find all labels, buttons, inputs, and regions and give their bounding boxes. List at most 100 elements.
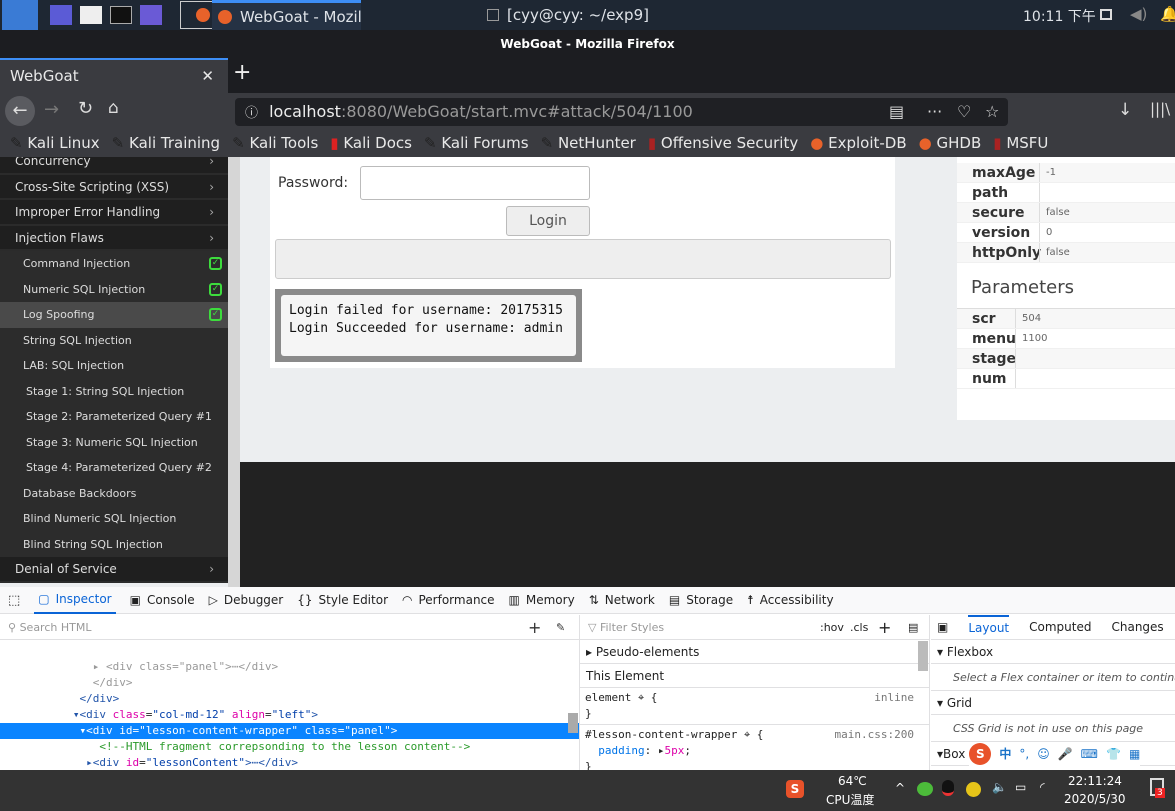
bookmark-kali-linux[interactable]: ✎ Kali Linux (10, 134, 100, 152)
eyedropper-icon[interactable]: ✎ (556, 615, 565, 640)
sogou-icon[interactable]: S (969, 742, 992, 765)
add-rule-icon[interactable]: + (878, 615, 891, 640)
sidebar-item[interactable]: Stage 2: Parameterized Query #1 (0, 404, 228, 430)
sidebar-item[interactable]: Concurrency › (0, 157, 228, 175)
sidebar-item[interactable]: String SQL Injection (0, 327, 228, 353)
sidebar-item[interactable]: Numeric SQL Injection ✓ (0, 276, 228, 302)
login-button[interactable]: Login (506, 206, 590, 236)
sidebar-item[interactable]: Log Spoofing ✓ (0, 302, 228, 328)
forward-button[interactable]: → (44, 99, 59, 120)
markup-node[interactable]: ▸<div id="lessonContent">⋯</div> (0, 755, 579, 770)
recorder-icon[interactable] (140, 5, 162, 25)
tab-style-editor[interactable]: {} Style Editor (297, 593, 388, 607)
bookmark-nethunter[interactable]: ✎ NetHunter (541, 134, 636, 152)
bookmark-star-icon[interactable]: ☆ (985, 98, 999, 126)
tab-webgoat[interactable]: WebGoat ✕ (0, 58, 228, 93)
markup-scrollbar[interactable] (568, 713, 578, 733)
page-actions-icon[interactable]: ··· (927, 98, 942, 126)
tray-expand-icon[interactable]: ^ (895, 781, 905, 795)
volume-icon[interactable]: ◀) (1130, 5, 1147, 23)
markup-node[interactable]: ▸ <div class="panel">⋯</div> (0, 659, 579, 675)
bookmark-kali-docs[interactable]: ▮ Kali Docs (330, 134, 412, 152)
bookmark-kali-training[interactable]: ✎ Kali Training (112, 134, 220, 152)
url-bar[interactable]: ⓘ localhost:8080/WebGoat/start.mvc#attac… (235, 98, 1008, 126)
reader-view-icon[interactable]: ▤ (889, 98, 904, 126)
tab-console[interactable]: ▣ Console (130, 593, 195, 607)
markup-node[interactable]: <!--HTML fragment correpsonding to the l… (0, 739, 579, 755)
sidebar-item[interactable]: Blind String SQL Injection (0, 531, 228, 557)
workspace-icon[interactable] (50, 5, 72, 25)
files-icon[interactable] (80, 6, 102, 24)
security-icon[interactable] (966, 782, 981, 797)
tab-network[interactable]: ⇅ Network (589, 593, 655, 607)
sidebar-item[interactable]: Database Backdoors (0, 480, 228, 506)
print-media-icon[interactable]: ▤ (908, 615, 918, 640)
notification-bell-icon[interactable]: 🔔 (1160, 5, 1175, 23)
add-node-icon[interactable]: + (528, 615, 541, 640)
clock[interactable]: 10:11 下午 (1023, 6, 1096, 26)
new-tab-button[interactable]: + (233, 60, 251, 85)
tab-computed[interactable]: Computed (1029, 615, 1091, 640)
wechat-icon[interactable] (917, 782, 933, 796)
markup-node[interactable]: ▾<div class="col-md-12" align="left"> (0, 707, 579, 723)
volume-tray-icon[interactable]: 🔈 (992, 780, 1007, 794)
flexbox-section[interactable]: ▾ Flexbox (931, 640, 1175, 664)
sidebar-item[interactable]: Stage 4: Parameterized Query #2 (0, 455, 228, 481)
library-icon[interactable]: |||\ (1150, 100, 1170, 118)
sidebar-item[interactable]: Stage 3: Numeric SQL Injection (0, 429, 228, 455)
bookmark-exploit-db[interactable]: ● Exploit-DB (810, 134, 906, 152)
tab-performance[interactable]: ◠ Performance (402, 593, 495, 607)
taskbar-firefox-window[interactable]: WebGoat - Mozilla Firef... (212, 0, 361, 30)
display-icon[interactable] (1100, 9, 1112, 20)
downloads-icon[interactable]: ↓ (1118, 100, 1132, 120)
tray-time[interactable]: 22:11:24 (1068, 774, 1122, 788)
filter-styles-input[interactable]: ▽ Filter Styles :hov .cls + ▤ (580, 615, 929, 640)
sogou-tray-icon[interactable]: S (786, 780, 804, 798)
tab-changes[interactable]: Changes (1111, 615, 1163, 640)
markup-node[interactable]: </div> (0, 691, 579, 707)
sidebar-item[interactable]: Injection Flaws › (0, 225, 228, 251)
terminal-icon[interactable] (110, 6, 132, 24)
reload-button[interactable]: ↻ (78, 98, 93, 119)
taskbar-terminal-window[interactable]: [cyy@cyy: ~/exp9] (487, 0, 649, 30)
grid-section[interactable]: ▾ Grid (931, 691, 1175, 715)
search-html-input[interactable]: ⚲ Search HTML + ✎ (0, 615, 579, 640)
bookmark-msfu[interactable]: ▮ MSFU (993, 134, 1048, 152)
pseudo-elements-toggle[interactable]: ▸ Pseudo-elements (580, 640, 929, 664)
cls-toggle[interactable]: .cls (850, 615, 868, 640)
site-info-icon[interactable]: ⓘ (245, 106, 258, 121)
pocket-icon[interactable]: ♡ (957, 98, 971, 126)
hov-toggle[interactable]: :hov (820, 615, 844, 640)
battery-icon[interactable]: ▭ (1015, 780, 1026, 794)
element-picker-icon[interactable]: ⬚ (8, 593, 20, 608)
markup-node[interactable]: </div> (0, 675, 579, 691)
back-button[interactable]: ← (5, 96, 35, 126)
tab-debugger[interactable]: ▷ Debugger (209, 593, 284, 607)
box-model-section[interactable]: ▾ Box S 中 °, ☺ 🎤 ⌨ 👕 ▦ (931, 741, 1175, 766)
tab-memory[interactable]: ▥ Memory (509, 593, 575, 607)
bookmark-kali-tools[interactable]: ✎ Kali Tools (232, 134, 318, 152)
bookmark-ghdb[interactable]: ● GHDB (919, 134, 982, 152)
ime-toolbar[interactable]: S 中 °, ☺ 🎤 ⌨ 👕 ▦ (969, 741, 1141, 766)
sidebar-item[interactable]: Command Injection ✓ (0, 251, 228, 277)
qq-icon[interactable] (942, 780, 954, 796)
markup-node-selected[interactable]: ▾<div id="lesson-content-wrapper" class=… (0, 723, 579, 739)
sidebar-item[interactable]: Improper Error Handling › (0, 200, 228, 226)
sidebar-item[interactable]: Blind Numeric SQL Injection (0, 506, 228, 532)
sidebar-item[interactable]: LAB: SQL Injection (0, 353, 228, 379)
sidebar-item[interactable]: Stage 1: String SQL Injection (0, 378, 228, 404)
home-button[interactable]: ⌂ (108, 98, 119, 118)
rules-scrollbar[interactable] (918, 641, 928, 671)
password-input[interactable] (360, 166, 590, 200)
sidebar-item[interactable]: Denial of Service › (0, 557, 228, 583)
tab-layout[interactable]: Layout (968, 615, 1010, 639)
tab-accessibility[interactable]: ☨ Accessibility (747, 593, 833, 607)
bookmark-offensive-security[interactable]: ▮ Offensive Security (648, 134, 798, 152)
bookmark-kali-forums[interactable]: ✎ Kali Forums (424, 134, 529, 152)
tray-date[interactable]: 2020/5/30 (1064, 792, 1126, 806)
wifi-icon[interactable]: ◜ (1040, 780, 1045, 794)
sidebar-toggle-icon[interactable]: ▣ (937, 615, 948, 640)
close-tab-icon[interactable]: ✕ (201, 60, 214, 92)
tab-inspector[interactable]: ▢ Inspector (34, 587, 116, 614)
tab-storage[interactable]: ▤ Storage (669, 593, 733, 607)
